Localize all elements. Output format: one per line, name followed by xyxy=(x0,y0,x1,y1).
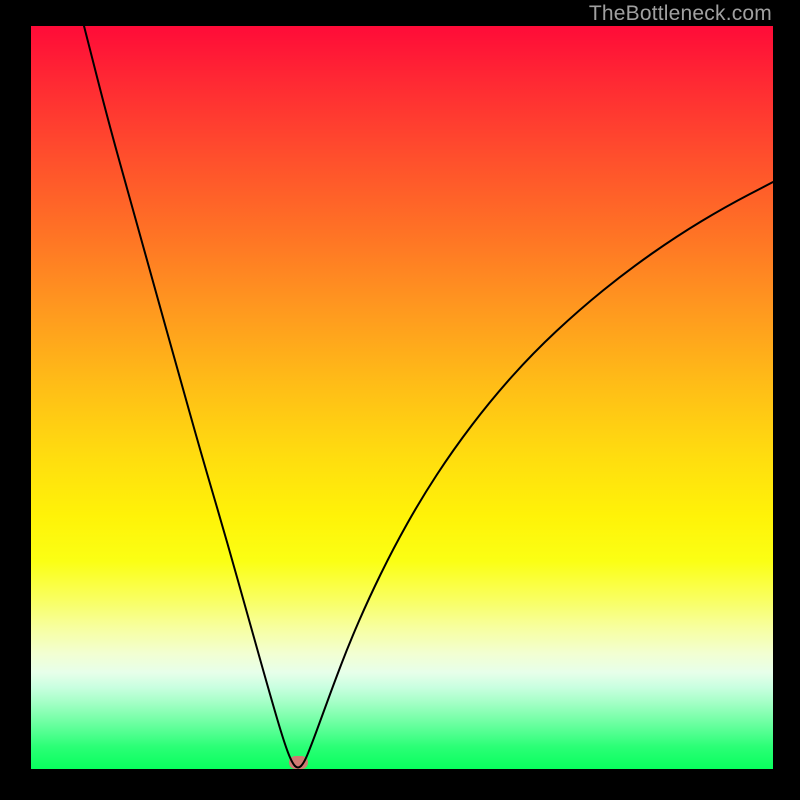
bottleneck-curve xyxy=(84,26,773,768)
curve-svg xyxy=(31,26,773,769)
chart-frame: TheBottleneck.com xyxy=(0,0,800,800)
watermark-text: TheBottleneck.com xyxy=(589,2,772,26)
plot-area xyxy=(31,26,773,769)
